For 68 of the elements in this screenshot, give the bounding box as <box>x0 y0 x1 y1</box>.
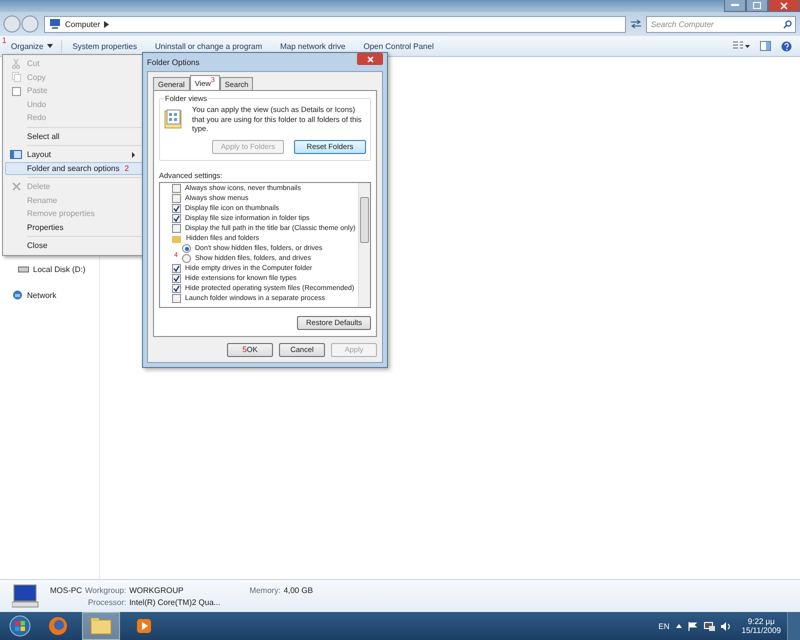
menu-item[interactable]: Close <box>5 239 144 252</box>
folder-taskbar-icon[interactable] <box>82 612 120 640</box>
close-icon <box>366 56 374 62</box>
close-button[interactable] <box>768 0 800 12</box>
toolbar-button[interactable]: Uninstall or change a program <box>146 40 270 52</box>
sidebar-item[interactable]: Local Disk (D:) <box>0 263 99 275</box>
detail-value: 4,00 GB <box>284 586 313 594</box>
radio-button[interactable] <box>182 254 191 263</box>
toolbar-button[interactable]: System properties <box>64 40 145 52</box>
folder-view-icon <box>164 109 182 129</box>
menu-item[interactable]: Select all <box>5 130 144 143</box>
detail-value: WORKGROUP <box>129 586 184 594</box>
radio-button[interactable] <box>182 244 191 253</box>
speaker-icon[interactable] <box>720 622 732 630</box>
detail-value: Intel(R) Core(TM)2 Qua... <box>129 598 222 606</box>
checkbox[interactable] <box>172 184 181 193</box>
checkbox[interactable] <box>172 284 181 293</box>
checkbox[interactable] <box>172 224 181 233</box>
maximize-button[interactable] <box>746 0 768 12</box>
detail-label: Workgroup: <box>85 586 126 594</box>
detail-label: Memory: <box>249 586 281 594</box>
help-icon[interactable] <box>781 40 792 52</box>
checkbox[interactable] <box>172 194 181 203</box>
minimize-button[interactable] <box>724 0 746 12</box>
clock[interactable]: 9:22 μμ 15/11/2009 <box>742 617 781 635</box>
view-options-icon[interactable] <box>732 41 750 51</box>
menu-item[interactable]: Folder and search options 2 <box>5 162 144 175</box>
detail-label: Processor: <box>86 598 126 606</box>
checkbox[interactable] <box>172 214 181 223</box>
preview-pane-icon[interactable] <box>760 41 771 51</box>
sidebar-item[interactable]: Network <box>0 289 99 301</box>
close-icon <box>780 2 788 10</box>
menu-item[interactable]: Layout <box>5 148 144 162</box>
scissors-icon <box>12 58 20 69</box>
caret-icon[interactable] <box>676 624 682 628</box>
scrollbar[interactable] <box>358 182 370 306</box>
address-bar[interactable]: Computer <box>44 16 626 32</box>
delete-icon <box>12 182 20 192</box>
caret-icon <box>47 44 54 48</box>
copy-icon <box>12 72 20 82</box>
computer-icon <box>12 584 40 608</box>
minimize-icon <box>731 4 739 7</box>
computer-name: MOS-PC <box>50 586 82 594</box>
layout-icon <box>10 150 22 160</box>
checkbox[interactable] <box>172 204 181 213</box>
toolbar-button[interactable]: Map network drive <box>272 40 354 52</box>
dialog-title: Folder Options <box>147 58 200 66</box>
network-icon <box>12 290 23 300</box>
close-button[interactable] <box>357 53 383 65</box>
flag-icon[interactable] <box>688 622 698 630</box>
maximize-icon <box>753 2 761 9</box>
menu-item[interactable]: Properties <box>5 220 144 234</box>
search-field[interactable]: Search Computer <box>646 16 796 32</box>
drive-icon <box>18 265 29 273</box>
network-icon[interactable] <box>704 622 715 630</box>
refresh-icon[interactable] <box>629 16 643 32</box>
search-icon[interactable] <box>783 20 792 28</box>
breadcrumb-item[interactable]: Computer <box>65 20 100 28</box>
checkbox[interactable] <box>172 274 181 283</box>
toolbar-button[interactable]: Open Control Panel <box>355 40 442 52</box>
language-indicator[interactable]: EN <box>658 622 670 630</box>
annotation-number: 2 <box>124 164 129 173</box>
checkbox[interactable] <box>172 264 181 273</box>
paste-icon <box>12 86 20 96</box>
computer-icon <box>49 19 61 29</box>
folder-icon <box>172 234 181 242</box>
checkbox[interactable] <box>172 294 181 303</box>
chevron-icon[interactable] <box>104 20 110 28</box>
